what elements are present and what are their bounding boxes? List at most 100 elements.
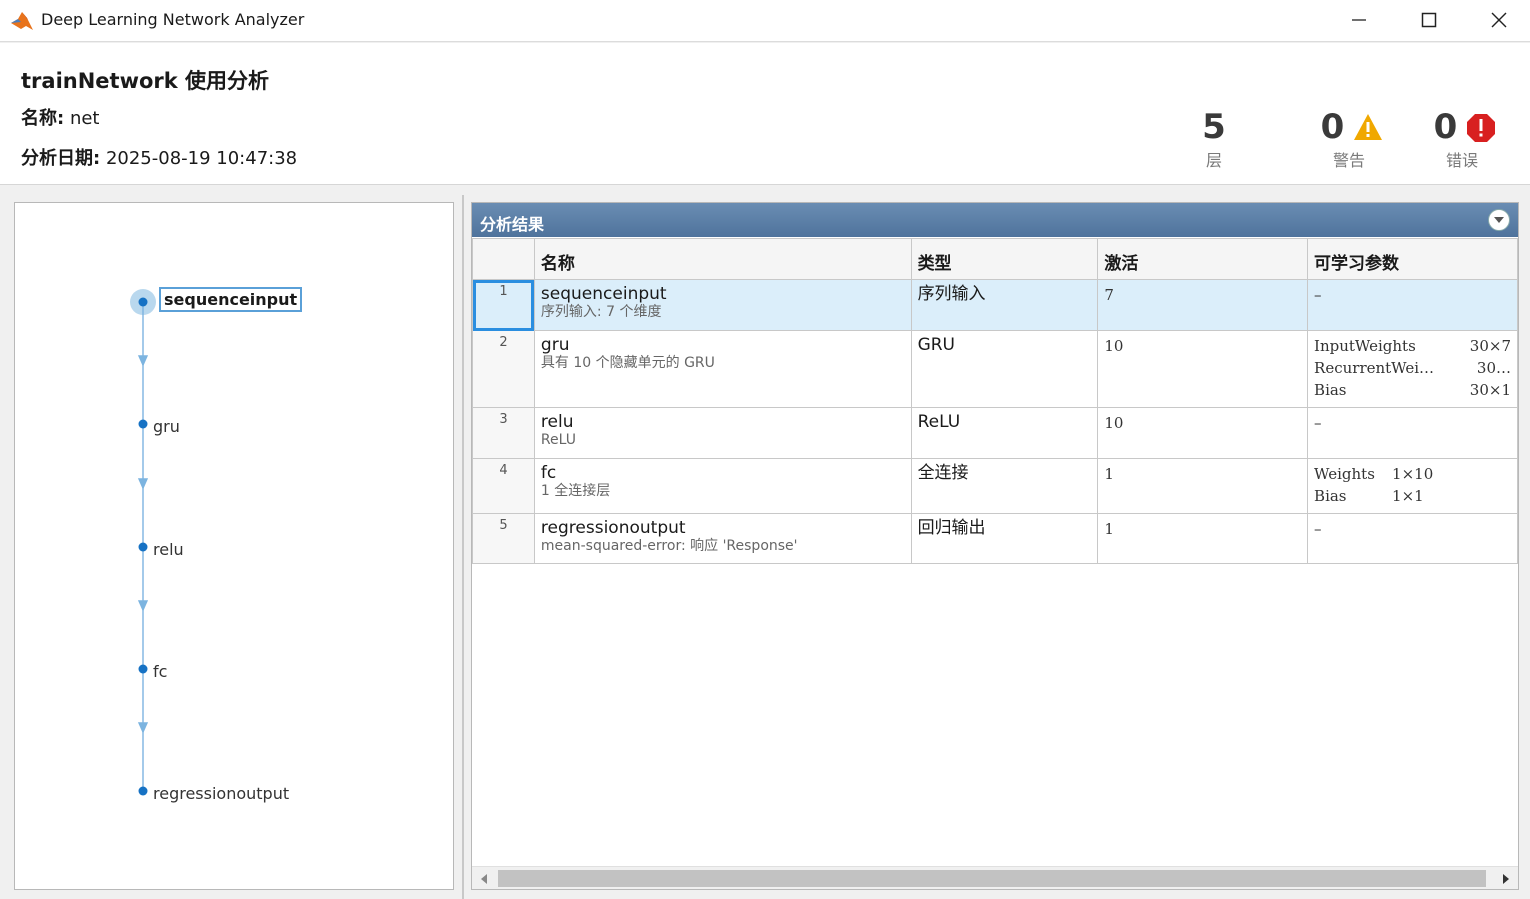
layer-activation: 10 [1104, 414, 1124, 432]
layer-type: 回归输出 [917, 518, 986, 538]
date-label: 分析日期: [21, 148, 101, 169]
graph-node-fc [138, 664, 148, 674]
learnable-param: InputWeights 30×7 [1314, 335, 1511, 357]
network-graph-panel[interactable]: sequenceinput gru relu fc regressionoutp… [14, 202, 454, 890]
cell-learnables: – [1307, 279, 1518, 331]
results-title: 分析结果 [480, 215, 545, 234]
title-bar: Deep Learning Network Analyzer [0, 0, 1530, 42]
param-size: 1×10 [1392, 465, 1434, 483]
minimize-icon [1352, 19, 1366, 21]
layer-name: relu [540, 412, 574, 432]
network-name: 名称: net [21, 104, 99, 130]
param-name: Weights [1314, 465, 1375, 483]
cell-type: 全连接 [910, 458, 1099, 514]
node-label-fc[interactable]: fc [153, 662, 167, 681]
learnable-param: Bias 30×1 [1314, 379, 1511, 401]
node-label-regressionoutput[interactable]: regressionoutput [153, 784, 289, 803]
results-header: 分析结果 [472, 203, 1518, 237]
graph-node-relu [138, 542, 148, 552]
cell-learnables: – [1307, 407, 1518, 459]
row-index: 4 [472, 458, 535, 514]
scroll-left-icon[interactable] [480, 873, 488, 885]
learnable-param: Bias 1×1 [1314, 485, 1511, 507]
param-size: 30×7 [1469, 337, 1511, 355]
layer-type: 序列输入 [917, 284, 986, 304]
cell-name: relu ReLU [533, 407, 912, 459]
page-title: trainNetwork 使用分析 [21, 69, 270, 93]
analysis-header: trainNetwork 使用分析 名称: net 分析日期: 2025-08-… [0, 43, 1530, 185]
cell-activation: 10 [1097, 330, 1309, 408]
edge-arrow-icon [137, 355, 149, 367]
param-name: InputWeights [1314, 337, 1416, 355]
param-size: 1×1 [1392, 487, 1424, 505]
errors-stat[interactable]: 0 错误 [1430, 107, 1500, 171]
row-index: 1 [472, 279, 535, 331]
param-name: Bias [1314, 487, 1347, 505]
errors-label: 错误 [1446, 151, 1479, 170]
maximize-button[interactable] [1394, 0, 1464, 40]
warnings-count: 0 [1320, 107, 1345, 147]
param-size: 30×1 [1469, 381, 1511, 399]
node-label-gru[interactable]: gru [153, 417, 180, 436]
graph-node-sequenceinput [138, 297, 148, 307]
layer-learnables: – [1314, 520, 1322, 538]
results-menu-button[interactable] [1488, 209, 1510, 231]
param-name: RecurrentWei… [1314, 359, 1435, 377]
analysis-results-panel: 分析结果 名称 类型 激活 可学习参数 1 sequenceinput 序列输入… [471, 202, 1519, 890]
edge-arrow-icon [137, 722, 149, 734]
cell-name: fc 1 全连接层 [533, 458, 912, 514]
cell-name: gru 具有 10 个隐藏单元的 GRU [533, 330, 912, 408]
param-name: Bias [1314, 381, 1347, 399]
layer-activation: 1 [1104, 520, 1114, 538]
table-row[interactable]: 4 fc 1 全连接层 全连接 1 Weights 1×10 Bias 1×1 [472, 458, 1518, 514]
layers-count: 5 [1202, 107, 1226, 147]
minimize-button[interactable] [1324, 0, 1394, 40]
cell-learnables: Weights 1×10 Bias 1×1 [1307, 458, 1518, 514]
table-row[interactable]: 1 sequenceinput 序列输入: 7 个维度 序列输入 7 – [472, 279, 1518, 331]
results-table: 名称 类型 激活 可学习参数 1 sequenceinput 序列输入: 7 个… [472, 238, 1518, 564]
node-label-relu[interactable]: relu [153, 540, 184, 559]
row-index: 3 [472, 407, 535, 459]
window-title: Deep Learning Network Analyzer [41, 10, 305, 29]
scrollbar-thumb[interactable] [498, 870, 1486, 887]
layer-description: mean-squared-error: 响应 'Response' [540, 538, 798, 554]
warnings-stat[interactable]: 0 警告 [1317, 107, 1387, 171]
close-button[interactable] [1464, 0, 1530, 40]
cell-activation: 7 [1097, 279, 1309, 331]
learnable-param: RecurrentWei… 30… [1314, 357, 1511, 379]
cell-type: 序列输入 [910, 279, 1099, 331]
error-icon [1467, 114, 1496, 142]
layer-activation: 10 [1104, 337, 1124, 355]
layer-description: 序列输入: 7 个维度 [540, 304, 662, 320]
node-label-sequenceinput[interactable]: sequenceinput [159, 287, 303, 312]
layer-description: 具有 10 个隐藏单元的 GRU [540, 355, 715, 371]
maximize-icon [1421, 12, 1437, 28]
cell-type: GRU [910, 330, 1099, 408]
row-index: 2 [472, 330, 535, 408]
analysis-date: 分析日期: 2025-08-19 10:47:38 [21, 144, 297, 170]
name-label: 名称: [21, 108, 65, 129]
panel-splitter[interactable] [462, 195, 464, 899]
close-icon [1491, 12, 1507, 28]
table-row[interactable]: 5 regressionoutput mean-squared-error: 响… [472, 513, 1518, 564]
horizontal-scrollbar[interactable] [472, 866, 1518, 889]
layer-learnables: – [1314, 414, 1322, 432]
row-index: 5 [472, 513, 535, 564]
column-header-type[interactable]: 类型 [910, 238, 1099, 280]
layer-learnables: – [1314, 286, 1322, 304]
param-size: 30… [1476, 359, 1511, 377]
cell-activation: 1 [1097, 458, 1309, 514]
column-header-learnables[interactable]: 可学习参数 [1307, 238, 1518, 280]
layer-description: ReLU [540, 432, 576, 448]
column-header-name[interactable]: 名称 [533, 238, 912, 280]
matlab-icon [11, 12, 33, 30]
column-header-activation[interactable]: 激活 [1097, 238, 1309, 280]
edge-arrow-icon [137, 478, 149, 490]
cell-learnables: – [1307, 513, 1518, 564]
scroll-right-icon[interactable] [1502, 873, 1510, 885]
table-row[interactable]: 3 relu ReLU ReLU 10 – [472, 407, 1518, 459]
table-row[interactable]: 2 gru 具有 10 个隐藏单元的 GRU GRU 10 InputWeigh… [472, 330, 1518, 408]
column-header-index[interactable] [472, 238, 535, 280]
learnable-param: Weights 1×10 [1314, 463, 1511, 485]
layers-stat: 5 层 [1194, 107, 1234, 171]
